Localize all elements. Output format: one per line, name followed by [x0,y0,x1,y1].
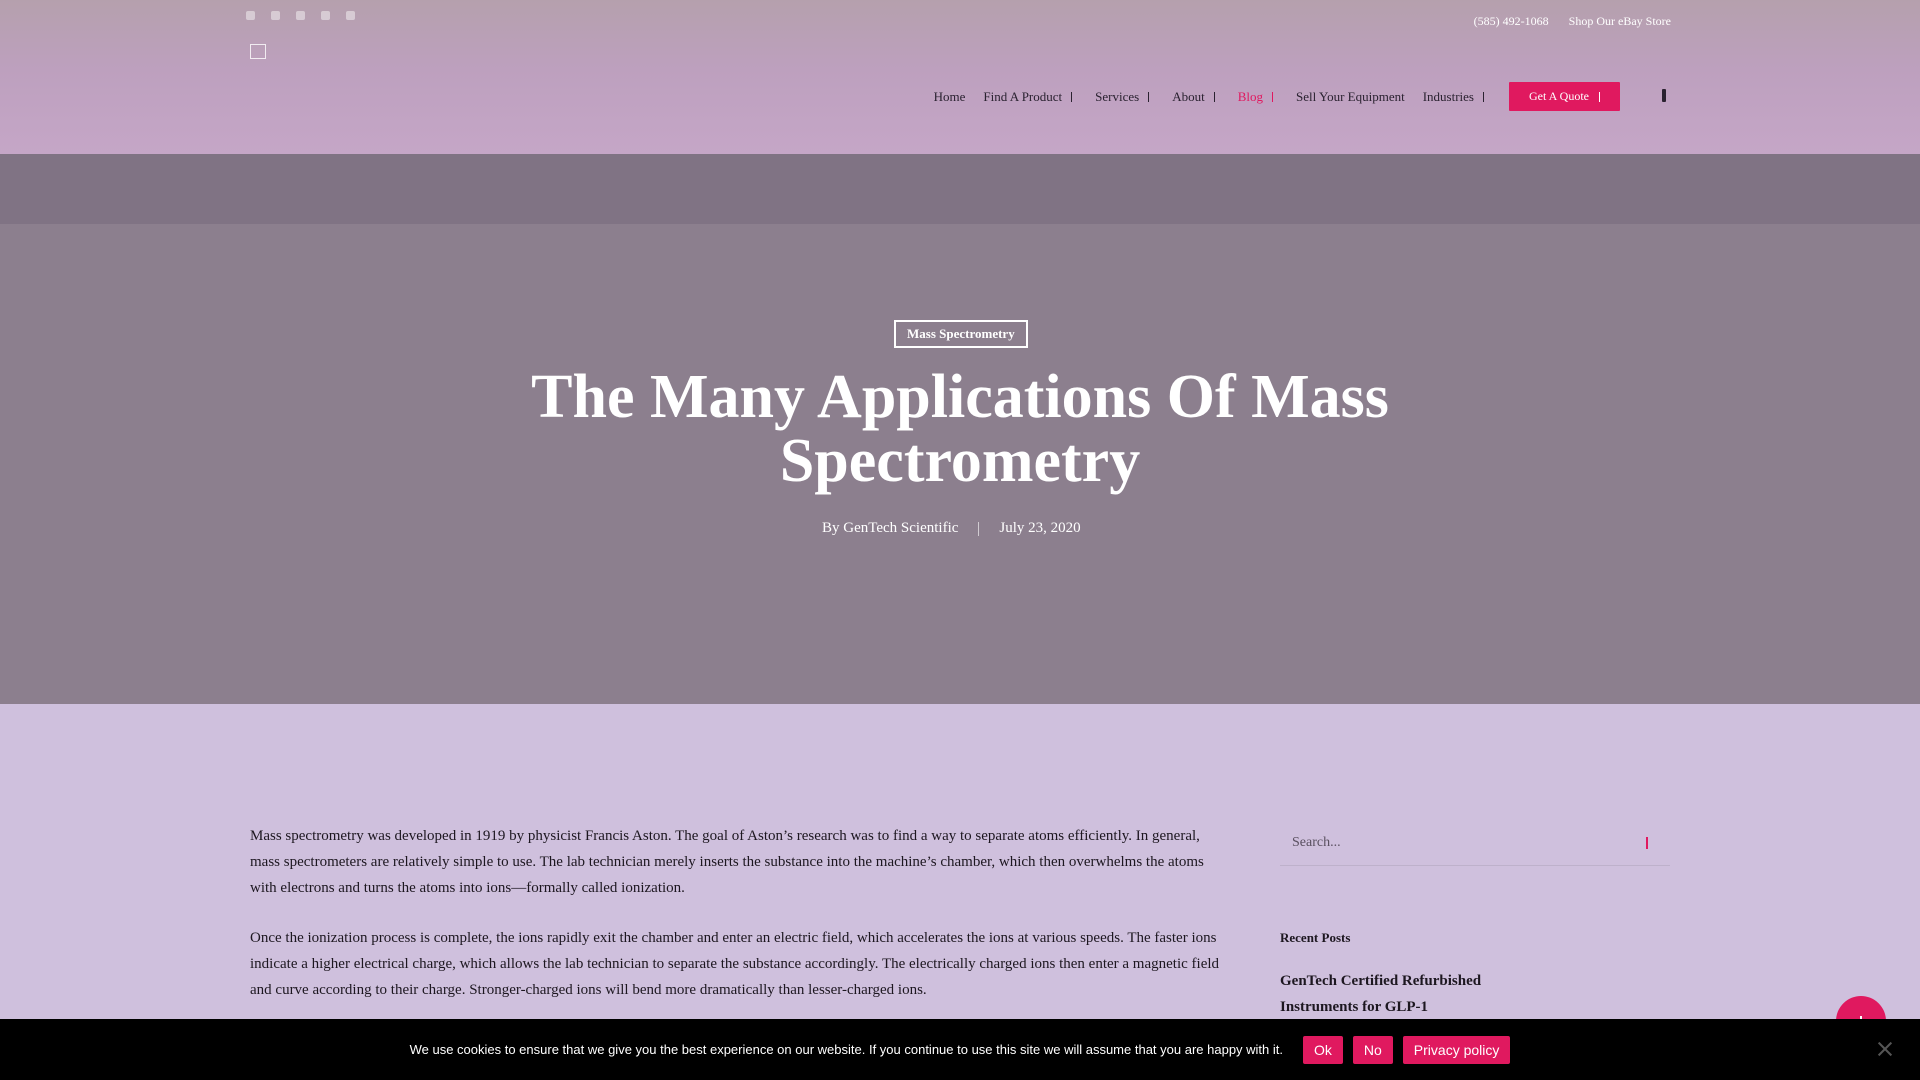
chevron-down-icon [1213,91,1220,102]
facebook-icon[interactable] [246,11,255,20]
instagram-icon[interactable] [346,11,355,20]
post-author[interactable]: By GenTech Scientific [822,520,958,537]
linkedin-icon[interactable] [296,11,305,20]
nav-item-label: Sell Your Equipment [1296,88,1405,104]
privacy-policy-button[interactable]: Privacy policy [1402,1035,1511,1064]
cookie-message: We use cookies to ensure that we give yo… [409,1042,1283,1057]
nav-item-label: About [1172,88,1205,104]
nav-item-about[interactable]: About [1172,89,1220,105]
post-title: The Many Applications Of Mass Spectromet… [531,363,1389,495]
chevron-down-icon [1071,91,1077,102]
nav-item-home[interactable]: Home [934,89,966,105]
sidebar-search [1280,820,1670,866]
category-tag[interactable]: Mass Spectrometry [894,320,1028,348]
top-bar: (585) 492-1068 Shop Our eBay Store [0,0,1920,42]
chevron-down-icon [1148,91,1154,102]
chevron-down-icon [1483,91,1489,102]
sidebar: Recent Posts GenTech Certified Refurbish… [1280,820,1670,1015]
nav-item-label: Blog [1237,88,1263,104]
recent-posts-heading: Recent Posts [1280,930,1351,945]
chevron-down-icon [1272,91,1278,102]
nav-item-sell-your-equipment[interactable]: Sell Your Equipment [1296,89,1405,105]
get-a-quote-label: Get A Quote [1529,89,1589,103]
post-meta: By GenTech Scientific July 23, 2020 [822,520,1081,537]
recent-post-link[interactable]: GenTech Certified Refurbished Instrument… [1280,968,1500,1020]
hero-top-band [0,154,1920,224]
search-icon[interactable] [1662,88,1674,105]
nav-item-label: Find A Product [983,88,1063,104]
main-nav: Home Find A Product Services About Blog … [916,82,1674,111]
cookie-ok-button[interactable]: Ok [1303,1035,1343,1064]
nav-item-blog[interactable]: Blog [1238,89,1278,105]
youtube-icon[interactable] [321,11,330,20]
nav-item-services[interactable]: Services [1095,89,1154,105]
nav-item-find-a-product[interactable]: Find A Product [983,89,1077,105]
close-icon[interactable] [1878,1042,1892,1056]
article-paragraph: Mass spectrometry was developed in 1919 … [250,828,1204,896]
top-right-links: (585) 492-1068 Shop Our eBay Store [1474,14,1671,29]
article-paragraph: Once the ionization process is complete,… [250,930,1220,998]
site-header: (585) 492-1068 Shop Our eBay Store Home … [0,0,1920,154]
meta-divider [978,521,980,536]
site-logo[interactable] [250,44,266,59]
nav-item-label: Services [1095,88,1140,104]
cookie-no-button[interactable]: No [1352,1035,1393,1064]
nav-item-label: Home [933,88,966,104]
search-input[interactable] [1280,820,1670,865]
phone-link[interactable]: (585) 492-1068 [1474,14,1549,29]
chevron-down-icon [1599,91,1605,102]
social-links [246,11,355,20]
nav-item-industries[interactable]: Industries [1423,89,1489,105]
nav-item-label: Industries [1422,88,1474,104]
ebay-store-link[interactable]: Shop Our eBay Store [1569,14,1671,29]
get-a-quote-button[interactable]: Get A Quote [1509,82,1620,111]
cookie-banner: We use cookies to ensure that we give yo… [0,1019,1920,1080]
article-body: Mass spectrometry was developed in 1919 … [250,823,1225,1027]
twitter-icon[interactable] [271,11,280,20]
post-date: July 23, 2020 [999,520,1081,536]
search-icon[interactable] [1646,837,1648,849]
